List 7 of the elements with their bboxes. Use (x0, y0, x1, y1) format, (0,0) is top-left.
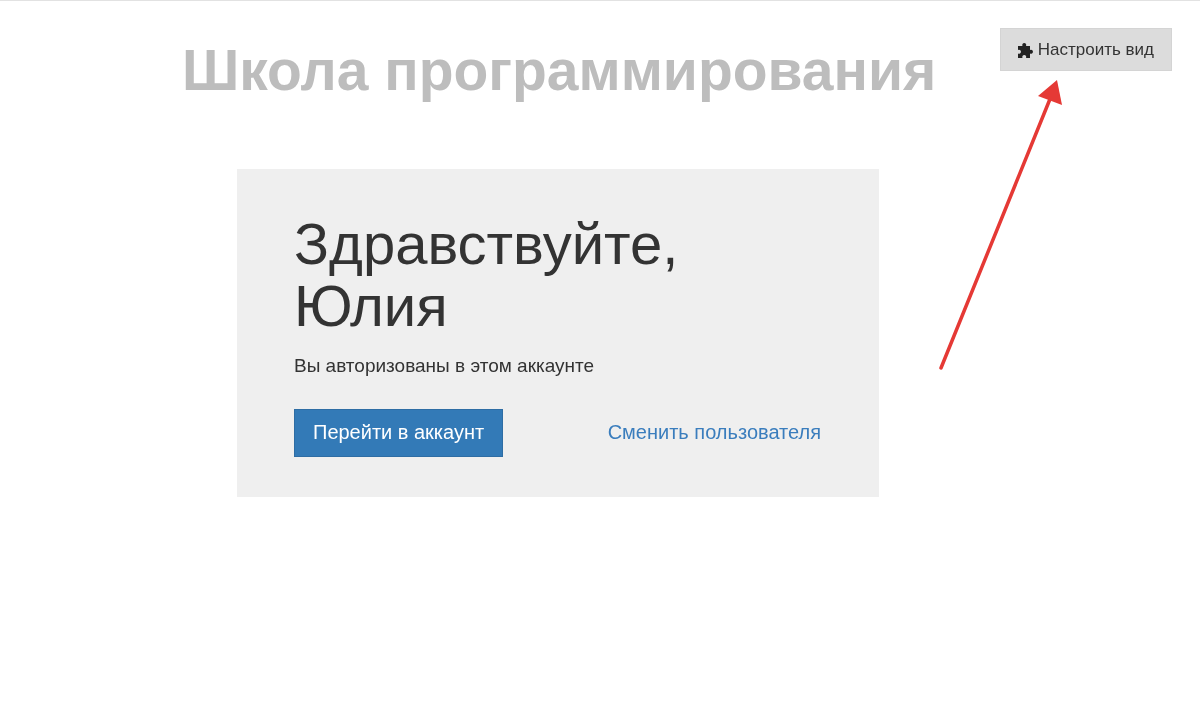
switch-user-link[interactable]: Сменить пользователя (607, 421, 821, 445)
auth-status-text: Вы авторизованы в этом аккаунте (294, 354, 596, 377)
customize-button[interactable]: Настроить вид (999, 28, 1172, 71)
go-to-account-button[interactable]: Перейти в аккаунт (294, 408, 504, 457)
puzzle-icon (1017, 41, 1034, 58)
site-title: Школа программирования (182, 39, 937, 102)
greeting-heading: Здравствуйте, Юлия (294, 212, 680, 337)
